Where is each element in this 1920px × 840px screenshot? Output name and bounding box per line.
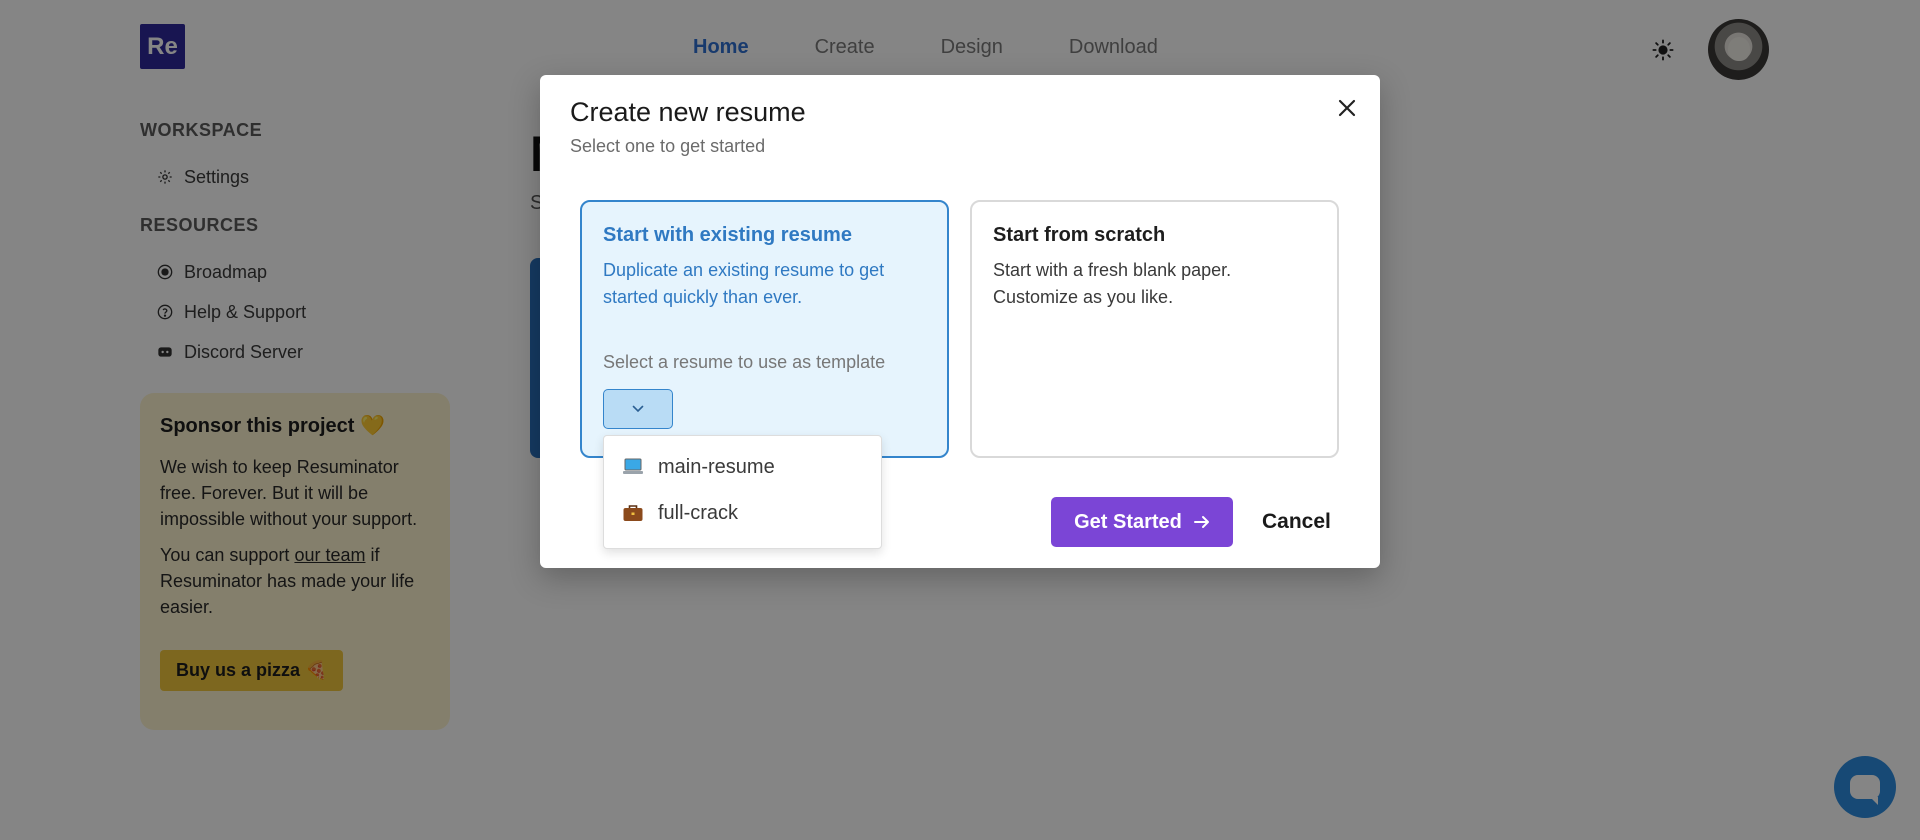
dropdown-item-label: full-crack [658, 501, 739, 524]
dropdown-item-label: main-resume [658, 455, 775, 478]
cancel-button[interactable]: Cancel [1262, 497, 1331, 547]
briefcase-icon [622, 503, 644, 523]
close-button[interactable] [1332, 93, 1362, 123]
template-select-label: Select a resume to use as template [603, 352, 886, 372]
option-from-scratch[interactable]: Start from scratch Start with a fresh bl… [970, 200, 1339, 458]
option-existing-title: Start with existing resume [603, 224, 852, 246]
get-started-button[interactable]: Get Started [1051, 497, 1233, 547]
get-started-label: Get Started [1074, 510, 1182, 533]
option-scratch-description: Start with a fresh blank paper. Customiz… [993, 260, 1232, 307]
modal-subtitle: Select one to get started [570, 136, 766, 156]
option-existing-description: Duplicate an existing resume to get star… [603, 260, 885, 307]
option-existing-resume[interactable]: Start with existing resume Duplicate an … [580, 200, 949, 458]
close-icon [1338, 99, 1356, 117]
create-resume-modal: Create new resume Select one to get star… [540, 75, 1380, 568]
arrow-right-icon [1193, 516, 1209, 528]
laptop-icon [622, 457, 644, 477]
option-scratch-title: Start from scratch [993, 224, 1166, 246]
template-dropdown-menu: main-resume full-crack [603, 435, 882, 549]
chevron-down-icon [632, 405, 644, 413]
modal-title: Create new resume [570, 97, 806, 127]
template-select[interactable] [603, 389, 673, 429]
dropdown-item-full-crack[interactable]: full-crack [604, 490, 881, 536]
dropdown-item-main-resume[interactable]: main-resume [604, 444, 881, 490]
